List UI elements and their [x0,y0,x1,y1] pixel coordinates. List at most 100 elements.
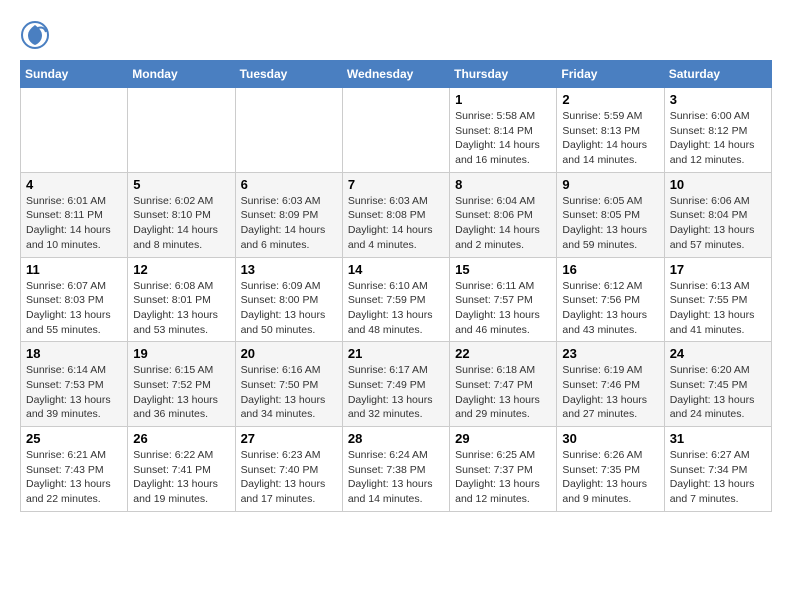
header-wednesday: Wednesday [342,61,449,88]
calendar-header: SundayMondayTuesdayWednesdayThursdayFrid… [21,61,772,88]
day-info: Sunrise: 5:59 AM Sunset: 8:13 PM Dayligh… [562,109,658,168]
calendar-cell: 7 Sunrise: 6:03 AM Sunset: 8:08 PM Daylig… [342,172,449,257]
calendar-cell: 30 Sunrise: 6:26 AM Sunset: 7:35 PM Dayli… [557,427,664,512]
day-number: 28 [348,431,444,446]
calendar-cell: 12Sunrise: 6:08 AM Sunset: 8:01 PM Dayli… [128,257,235,342]
calendar-cell: 20 Sunrise: 6:16 AM Sunset: 7:50 PM Dayli… [235,342,342,427]
calendar-cell: 16Sunrise: 6:12 AM Sunset: 7:56 PM Dayli… [557,257,664,342]
logo [20,20,54,50]
calendar-cell: 8 Sunrise: 6:04 AM Sunset: 8:06 PM Daylig… [450,172,557,257]
day-number: 14 [348,262,444,277]
header-monday: Monday [128,61,235,88]
week-row-3: 18 Sunrise: 6:14 AM Sunset: 7:53 PM Dayli… [21,342,772,427]
header-thursday: Thursday [450,61,557,88]
calendar-cell: 15 Sunrise: 6:11 AM Sunset: 7:57 PM Dayli… [450,257,557,342]
calendar-cell: 31 Sunrise: 6:27 AM Sunset: 7:34 PM Dayli… [664,427,771,512]
calendar-body: 1 Sunrise: 5:58 AM Sunset: 8:14 PM Daylig… [21,88,772,512]
logo-icon [20,20,50,50]
day-info: Sunrise: 6:13 AM Sunset: 7:55 PM Dayligh… [670,279,766,338]
calendar-cell: 25 Sunrise: 6:21 AM Sunset: 7:43 PM Dayli… [21,427,128,512]
day-number: 31 [670,431,766,446]
day-info: Sunrise: 6:18 AM Sunset: 7:47 PM Dayligh… [455,363,551,422]
day-info: Sunrise: 6:04 AM Sunset: 8:06 PM Dayligh… [455,194,551,253]
day-info: Sunrise: 6:09 AM Sunset: 8:00 PM Dayligh… [241,279,337,338]
day-info: Sunrise: 6:07 AM Sunset: 8:03 PM Dayligh… [26,279,122,338]
day-number: 19 [133,346,229,361]
day-number: 4 [26,177,122,192]
calendar-cell: 6 Sunrise: 6:03 AM Sunset: 8:09 PM Daylig… [235,172,342,257]
calendar-cell: 17Sunrise: 6:13 AM Sunset: 7:55 PM Dayli… [664,257,771,342]
calendar-cell: 11 Sunrise: 6:07 AM Sunset: 8:03 PM Dayli… [21,257,128,342]
day-number: 8 [455,177,551,192]
day-number: 26 [133,431,229,446]
header-sunday: Sunday [21,61,128,88]
day-number: 6 [241,177,337,192]
calendar-cell: 22 Sunrise: 6:18 AM Sunset: 7:47 PM Dayli… [450,342,557,427]
day-number: 24 [670,346,766,361]
calendar-cell: 10Sunrise: 6:06 AM Sunset: 8:04 PM Dayli… [664,172,771,257]
calendar-table: SundayMondayTuesdayWednesdayThursdayFrid… [20,60,772,512]
day-number: 1 [455,92,551,107]
day-info: Sunrise: 6:14 AM Sunset: 7:53 PM Dayligh… [26,363,122,422]
week-row-2: 11 Sunrise: 6:07 AM Sunset: 8:03 PM Dayli… [21,257,772,342]
day-number: 9 [562,177,658,192]
day-info: Sunrise: 6:25 AM Sunset: 7:37 PM Dayligh… [455,448,551,507]
calendar-cell: 26 Sunrise: 6:22 AM Sunset: 7:41 PM Dayli… [128,427,235,512]
header-tuesday: Tuesday [235,61,342,88]
day-info: Sunrise: 6:17 AM Sunset: 7:49 PM Dayligh… [348,363,444,422]
calendar-cell: 29Sunrise: 6:25 AM Sunset: 7:37 PM Dayli… [450,427,557,512]
day-info: Sunrise: 6:22 AM Sunset: 7:41 PM Dayligh… [133,448,229,507]
day-info: Sunrise: 6:03 AM Sunset: 8:08 PM Dayligh… [348,194,444,253]
day-info: Sunrise: 6:24 AM Sunset: 7:38 PM Dayligh… [348,448,444,507]
calendar-cell: 28 Sunrise: 6:24 AM Sunset: 7:38 PM Dayli… [342,427,449,512]
header-saturday: Saturday [664,61,771,88]
day-info: Sunrise: 6:21 AM Sunset: 7:43 PM Dayligh… [26,448,122,507]
calendar-cell [128,88,235,173]
day-number: 20 [241,346,337,361]
day-number: 10 [670,177,766,192]
day-number: 11 [26,262,122,277]
day-number: 16 [562,262,658,277]
day-info: Sunrise: 6:02 AM Sunset: 8:10 PM Dayligh… [133,194,229,253]
day-info: Sunrise: 6:16 AM Sunset: 7:50 PM Dayligh… [241,363,337,422]
day-number: 18 [26,346,122,361]
calendar-cell: 21 Sunrise: 6:17 AM Sunset: 7:49 PM Dayli… [342,342,449,427]
calendar-cell: 5 Sunrise: 6:02 AM Sunset: 8:10 PM Daylig… [128,172,235,257]
day-number: 5 [133,177,229,192]
calendar-cell: 19 Sunrise: 6:15 AM Sunset: 7:52 PM Dayli… [128,342,235,427]
day-info: Sunrise: 6:23 AM Sunset: 7:40 PM Dayligh… [241,448,337,507]
day-info: Sunrise: 6:11 AM Sunset: 7:57 PM Dayligh… [455,279,551,338]
day-info: Sunrise: 6:08 AM Sunset: 8:01 PM Dayligh… [133,279,229,338]
calendar-cell: 27 Sunrise: 6:23 AM Sunset: 7:40 PM Dayli… [235,427,342,512]
day-info: Sunrise: 6:27 AM Sunset: 7:34 PM Dayligh… [670,448,766,507]
day-number: 22 [455,346,551,361]
calendar-cell: 14 Sunrise: 6:10 AM Sunset: 7:59 PM Dayli… [342,257,449,342]
day-info: Sunrise: 5:58 AM Sunset: 8:14 PM Dayligh… [455,109,551,168]
day-number: 15 [455,262,551,277]
calendar-cell: 1 Sunrise: 5:58 AM Sunset: 8:14 PM Daylig… [450,88,557,173]
day-number: 21 [348,346,444,361]
calendar-cell [21,88,128,173]
day-info: Sunrise: 6:19 AM Sunset: 7:46 PM Dayligh… [562,363,658,422]
day-number: 27 [241,431,337,446]
day-number: 7 [348,177,444,192]
day-number: 2 [562,92,658,107]
week-row-4: 25 Sunrise: 6:21 AM Sunset: 7:43 PM Dayli… [21,427,772,512]
day-number: 3 [670,92,766,107]
day-info: Sunrise: 6:03 AM Sunset: 8:09 PM Dayligh… [241,194,337,253]
day-info: Sunrise: 6:10 AM Sunset: 7:59 PM Dayligh… [348,279,444,338]
day-number: 25 [26,431,122,446]
header-friday: Friday [557,61,664,88]
calendar-cell: 3 Sunrise: 6:00 AM Sunset: 8:12 PM Daylig… [664,88,771,173]
calendar-cell [342,88,449,173]
day-number: 30 [562,431,658,446]
calendar-cell: 24 Sunrise: 6:20 AM Sunset: 7:45 PM Dayli… [664,342,771,427]
day-info: Sunrise: 6:15 AM Sunset: 7:52 PM Dayligh… [133,363,229,422]
header-row: SundayMondayTuesdayWednesdayThursdayFrid… [21,61,772,88]
calendar-cell [235,88,342,173]
day-info: Sunrise: 6:00 AM Sunset: 8:12 PM Dayligh… [670,109,766,168]
day-info: Sunrise: 6:26 AM Sunset: 7:35 PM Dayligh… [562,448,658,507]
calendar-cell: 4Sunrise: 6:01 AM Sunset: 8:11 PM Daylig… [21,172,128,257]
week-row-0: 1 Sunrise: 5:58 AM Sunset: 8:14 PM Daylig… [21,88,772,173]
day-info: Sunrise: 6:20 AM Sunset: 7:45 PM Dayligh… [670,363,766,422]
